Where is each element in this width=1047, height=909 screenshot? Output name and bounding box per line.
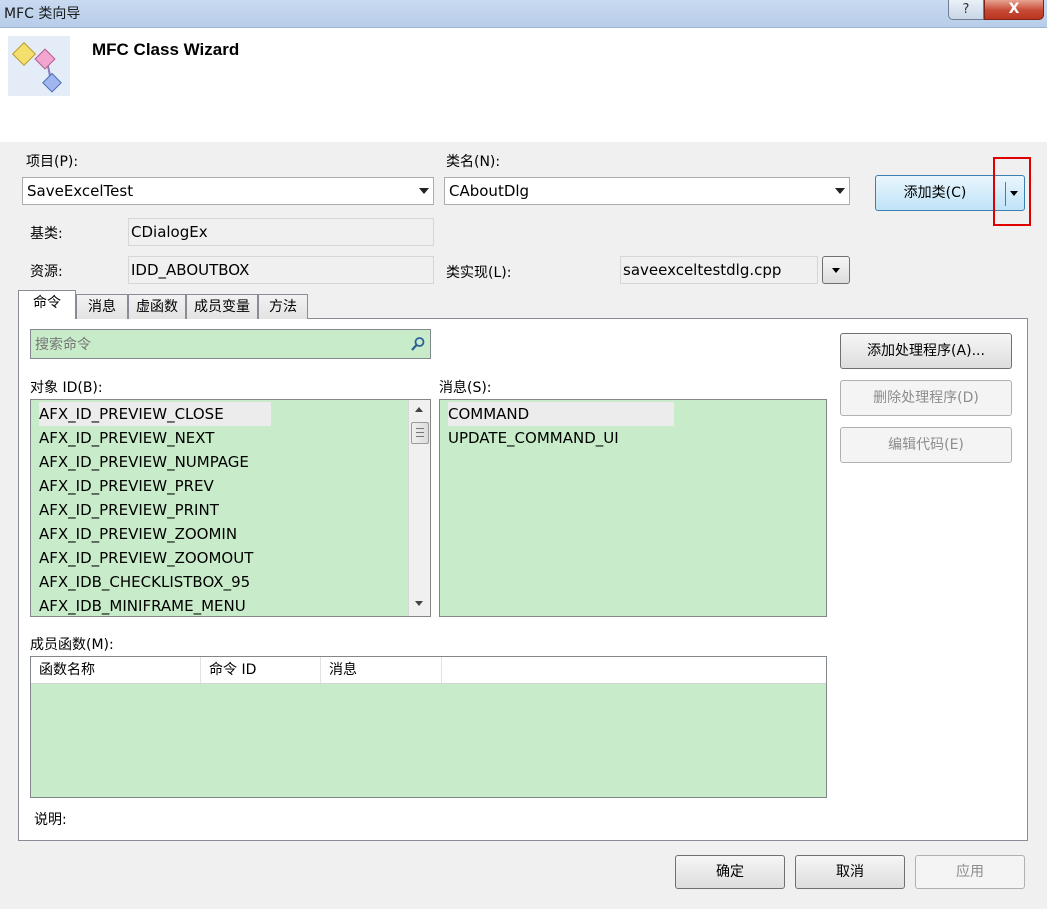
list-item[interactable]: UPDATE_COMMAND_UI: [448, 426, 619, 450]
scroll-thumb[interactable]: [411, 422, 429, 444]
list-item[interactable]: AFX_ID_PREVIEW_ZOOMIN: [39, 522, 237, 546]
ok-button[interactable]: 确定: [675, 855, 785, 889]
class-impl-field: saveexceltestdlg.cpp: [620, 256, 818, 284]
messages-label: 消息(S):: [439, 380, 492, 396]
project-label: 项目(P):: [26, 154, 79, 170]
tab-messages[interactable]: 消息: [76, 294, 128, 319]
add-handler-button[interactable]: 添加处理程序(A)...: [840, 333, 1012, 369]
highlight-annotation: [993, 157, 1031, 226]
class-impl-dropdown-button[interactable]: [822, 256, 850, 284]
classname-label: 类名(N):: [446, 154, 501, 170]
table-header: 函数名称 命令 ID 消息: [31, 657, 826, 684]
search-input[interactable]: [33, 332, 407, 358]
tab-virtual-functions[interactable]: 虚函数: [128, 294, 186, 319]
list-item[interactable]: AFX_IDB_MINIFRAME_MENU: [39, 594, 246, 616]
project-value: SaveExcelTest: [27, 182, 134, 200]
close-button[interactable]: X: [984, 0, 1044, 20]
tab-methods[interactable]: 方法: [258, 294, 308, 319]
object-ids-label: 对象 ID(B):: [30, 380, 103, 396]
list-item[interactable]: COMMAND: [448, 402, 674, 426]
window-title: MFC 类向导: [4, 6, 81, 22]
add-class-label: 添加类(C): [903, 185, 967, 201]
list-item[interactable]: AFX_ID_PREVIEW_PRINT: [39, 498, 219, 522]
column-header-function-name[interactable]: 函数名称: [31, 657, 201, 683]
search-icon[interactable]: [410, 336, 426, 352]
scroll-up-icon[interactable]: [415, 407, 423, 412]
edit-code-button[interactable]: 编辑代码(E): [840, 427, 1012, 463]
title-bar: [0, 0, 1047, 28]
member-functions-table[interactable]: 函数名称 命令 ID 消息: [30, 656, 827, 798]
base-class-field: CDialogEx: [128, 218, 434, 246]
list-item[interactable]: AFX_ID_PREVIEW_CLOSE: [39, 402, 271, 426]
object-ids-scrollbar[interactable]: [408, 400, 430, 616]
project-combo[interactable]: SaveExcelTest: [22, 177, 434, 205]
class-impl-label: 类实现(L):: [446, 265, 512, 281]
search-box[interactable]: [30, 329, 431, 359]
member-functions-label: 成员函数(M):: [30, 637, 114, 653]
list-item[interactable]: AFX_ID_PREVIEW_NUMPAGE: [39, 450, 249, 474]
column-header-message[interactable]: 消息: [321, 657, 442, 683]
column-header-command-id[interactable]: 命令 ID: [201, 657, 321, 683]
base-class-label: 基类:: [30, 226, 63, 242]
cancel-button[interactable]: 取消: [795, 855, 905, 889]
object-ids-list[interactable]: AFX_ID_PREVIEW_CLOSE AFX_ID_PREVIEW_NEXT…: [30, 399, 431, 617]
classname-combo[interactable]: CAboutDlg: [444, 177, 850, 205]
list-item[interactable]: AFX_IDB_CHECKLISTBOX_95: [39, 570, 250, 594]
scroll-down-icon[interactable]: [415, 601, 423, 606]
classname-value: CAboutDlg: [449, 182, 530, 200]
chevron-down-icon: [835, 188, 845, 194]
chevron-down-icon: [832, 268, 840, 273]
resource-field: IDD_ABOUTBOX: [128, 256, 434, 284]
resource-label: 资源:: [30, 264, 63, 280]
apply-button[interactable]: 应用: [915, 855, 1025, 889]
chevron-down-icon: [419, 188, 429, 194]
help-button[interactable]: ?: [948, 0, 984, 20]
tab-member-variables[interactable]: 成员变量: [186, 294, 258, 319]
list-item[interactable]: AFX_ID_PREVIEW_NEXT: [39, 426, 214, 450]
list-item[interactable]: AFX_ID_PREVIEW_PREV: [39, 474, 214, 498]
class-wizard-icon: [8, 36, 70, 96]
tab-commands[interactable]: 命令: [18, 290, 76, 319]
delete-handler-button[interactable]: 删除处理程序(D): [840, 380, 1012, 416]
wizard-title: MFC Class Wizard: [92, 40, 240, 59]
messages-list[interactable]: COMMAND UPDATE_COMMAND_UI: [439, 399, 827, 617]
description-label: 说明:: [34, 812, 67, 828]
list-item[interactable]: AFX_ID_PREVIEW_ZOOMOUT: [39, 546, 253, 570]
